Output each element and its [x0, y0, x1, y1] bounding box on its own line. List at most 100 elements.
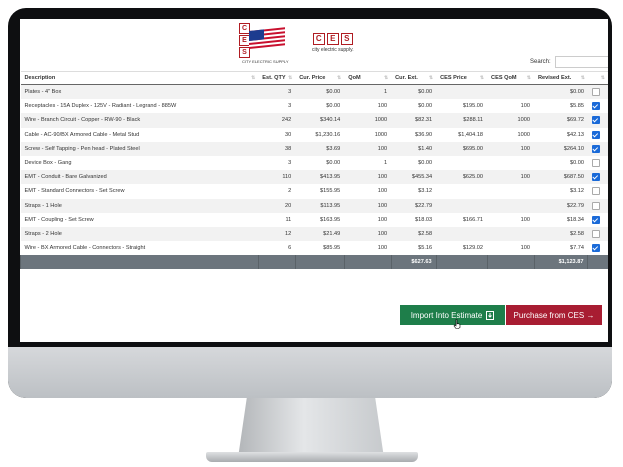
col-header-cur-price[interactable]: Cur. Price ⇅	[295, 71, 345, 85]
cell-cur-ext: $0.00	[418, 103, 433, 110]
cell-cur-ext: $82.31	[414, 117, 433, 124]
import-file-icon	[486, 310, 495, 320]
app-screen: C E S CITY ELECTRIC SUPPLY C E S city el…	[20, 19, 608, 342]
checkbox-unchecked[interactable]	[591, 229, 600, 238]
table-row: Straps - 1 Hole 20 $113.95 100 $22.79 $22.79	[20, 198, 608, 213]
logo2-letter-e: E	[326, 33, 339, 45]
checkbox-checked[interactable]	[591, 144, 600, 153]
logo-caption-right: city electric supply.	[312, 47, 354, 53]
cell-revised-ext: $22.79	[566, 202, 584, 209]
cell-cur-price: $113.95	[320, 202, 341, 209]
cell-qom: 1000	[374, 131, 388, 138]
cell-select	[588, 113, 608, 127]
monitor-stand	[238, 398, 384, 458]
cell-cur-ext: $455.34	[411, 174, 433, 181]
cell-desc: Straps - 2 Hole	[24, 230, 62, 237]
cell-desc: Plates - 4" Box	[24, 89, 62, 96]
cell-qty: 12	[285, 230, 292, 237]
cell-qty: 6	[288, 245, 292, 252]
checkbox-checked[interactable]	[591, 244, 600, 253]
search-box: Search:	[530, 56, 608, 68]
cell-cur-price: $0.00	[326, 160, 341, 167]
checkbox-checked[interactable]	[591, 173, 600, 182]
cell-ces-qom: 100	[520, 145, 530, 152]
table-row: EMT - Coupling - Set Screw 11 $163.95 100 $1…	[21, 213, 609, 227]
cell-desc: Device Box - Gang	[24, 160, 72, 167]
cell-select	[588, 128, 608, 142]
cell-ces-price	[436, 184, 487, 198]
col-header-select[interactable]: ⇅	[587, 71, 608, 85]
cell-revised-ext: $264.10	[563, 145, 584, 152]
cell-revised-ext: $7.74	[569, 245, 584, 252]
cell-qty: 3	[288, 103, 292, 110]
cell-ces-price: $129.02	[462, 245, 484, 252]
estimate-table: Description ⇅ Est. QTY ⇅ Cur. Price ⇅ QoM ⇅ …	[20, 71, 609, 270]
cell-revised-ext: $0.00	[569, 89, 584, 96]
cell-cur-price: $85.95	[323, 245, 341, 252]
table-row: Screw - Self Tapping - Pen head - Plated…	[20, 141, 608, 156]
import-button-label: Import Into Estimate	[410, 310, 483, 320]
cell-cur-price: $0.00	[326, 103, 341, 110]
checkbox-unchecked[interactable]	[591, 159, 600, 168]
cell-cur-price: $163.95	[319, 216, 341, 223]
cell-select	[588, 142, 608, 156]
cell-ces-price: $166.71	[462, 216, 484, 223]
col-header-ces-qom[interactable]: CES QoM ⇅	[487, 71, 534, 85]
cell-qom: 1	[384, 89, 388, 96]
checkbox-checked[interactable]	[591, 130, 600, 139]
checkbox-checked[interactable]	[591, 215, 600, 224]
cell-select	[588, 199, 608, 213]
col-header-cur-ext[interactable]: Cur. Ext. ⇅	[391, 71, 437, 85]
cell-select	[588, 99, 608, 113]
cell-cur-price: $155.95	[319, 188, 341, 195]
table-row: EMT - Conduit - Bare Galvanized 110 $413.9…	[20, 170, 608, 185]
cell-ces-qom: 1000	[517, 131, 530, 138]
cell-revised-ext: $18.34	[566, 216, 584, 223]
col-header-ces-price[interactable]: CES Price ⇅	[436, 71, 488, 85]
table-row: Receptacles - 15A Duplex - 125V - Radian…	[21, 99, 609, 113]
cell-qom: 100	[377, 103, 388, 110]
cell-ces-qom	[487, 227, 534, 241]
checkbox-checked[interactable]	[591, 102, 600, 111]
col-header-est-qty[interactable]: Est. QTY ⇅	[258, 71, 296, 85]
cell-ces-price: $195.00	[462, 103, 484, 110]
search-label: Search:	[530, 59, 551, 65]
cell-revised-ext: $5.85	[569, 103, 584, 110]
cell-cur-price: $340.14	[319, 117, 341, 124]
cell-ces-qom	[487, 184, 534, 198]
cell-cur-price: $0.00	[326, 89, 341, 96]
cell-desc: Cable - AC-90/BX Armored Cable - Metal S…	[24, 131, 140, 138]
col-header-description[interactable]: Description ⇅	[20, 71, 259, 85]
cell-qty: 3	[288, 160, 292, 167]
total-cur-ext: $627.63	[390, 255, 437, 270]
checkbox-checked[interactable]	[591, 116, 600, 125]
cell-revised-ext: $3.12	[569, 188, 584, 195]
cell-ces-price: $625.00	[462, 174, 484, 181]
cell-cur-ext: $36.90	[414, 131, 433, 138]
checkbox-unchecked[interactable]	[591, 88, 600, 97]
purchase-from-ces-button[interactable]: Purchase from CES →	[506, 305, 602, 325]
cell-select	[588, 241, 608, 255]
cell-revised-ext: $42.13	[566, 131, 584, 138]
cell-qty: 11	[285, 216, 292, 223]
checkbox-unchecked[interactable]	[591, 187, 600, 196]
cell-revised-ext: $69.72	[566, 117, 584, 124]
cell-select	[588, 227, 608, 241]
cell-ces-price	[436, 156, 487, 170]
cell-ces-price	[436, 199, 487, 213]
cell-cur-ext: $5.16	[418, 245, 433, 252]
cell-qty: 3	[288, 89, 292, 96]
col-header-revised-ext[interactable]: Revised Ext. ⇅	[534, 71, 588, 85]
hand-cursor-icon	[453, 319, 461, 329]
checkbox-unchecked[interactable]	[591, 201, 600, 210]
cell-ces-qom: 1000	[517, 117, 530, 124]
search-input[interactable]	[554, 56, 608, 68]
cell-cur-price: $21.49	[323, 230, 341, 237]
col-header-qom[interactable]: QoM ⇅	[344, 71, 392, 85]
cell-qty: 38	[285, 145, 292, 152]
table-totals-row: $627.63 $1,123.87	[20, 255, 608, 270]
cell-cur-price: $413.95	[319, 174, 341, 181]
cell-cur-ext: $22.79	[414, 202, 433, 209]
table-row: Device Box - Gang 3 $0.00 1 $0.00 $0.00	[21, 156, 609, 170]
cell-desc: EMT - Coupling - Set Screw	[24, 216, 94, 223]
